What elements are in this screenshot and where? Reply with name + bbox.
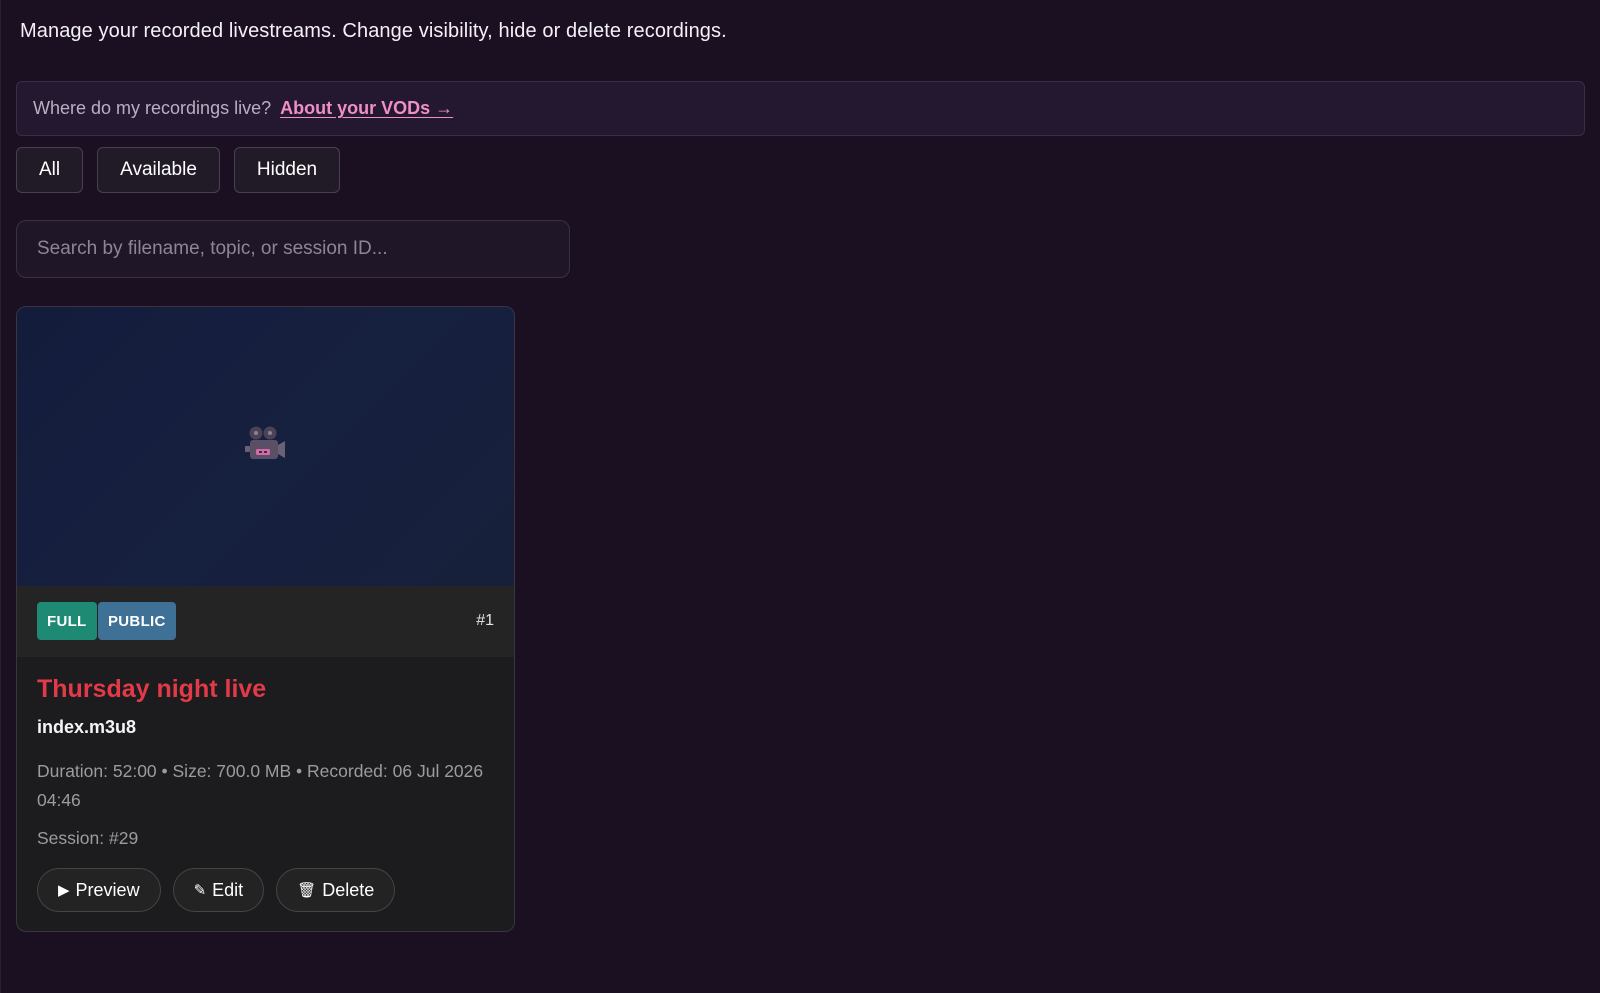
recording-card: FULL PUBLIC #1 Thursday night live index… (16, 306, 515, 932)
delete-button[interactable]: 🗑 Delete (276, 868, 396, 912)
preview-label: Preview (75, 879, 140, 900)
recording-filename: index.m3u8 (37, 717, 137, 737)
pencil-icon: ✎ (193, 882, 207, 899)
visibility-badge: PUBLIC (98, 602, 176, 640)
recording-actions: ▶ Preview ✎ Edit 🗑 Delete (37, 868, 396, 912)
about-vods-link[interactable]: About your VODs → (280, 98, 453, 119)
info-banner: Where do my recordings live? About your … (16, 81, 1585, 136)
recording-title: Thursday night live (37, 675, 267, 703)
recordings-page: Manage your recorded livestreams. Change… (0, 0, 1600, 993)
edit-button[interactable]: ✎ Edit (172, 868, 265, 912)
delete-label: Delete (322, 879, 375, 900)
filter-all-button[interactable]: All (16, 147, 84, 193)
preview-button[interactable]: ▶ Preview (37, 868, 161, 912)
full-badge: FULL (37, 602, 97, 640)
trash-icon: 🗑 (297, 882, 317, 899)
recording-session: Session: #29 (37, 828, 139, 848)
recording-number: #1 (476, 612, 494, 629)
recording-thumbnail[interactable] (17, 307, 514, 586)
badge-strip: FULL PUBLIC #1 (17, 586, 514, 657)
play-icon: ▶ (58, 882, 70, 899)
filter-bar: All Available Hidden (16, 147, 341, 193)
page-intro: Manage your recorded livestreams. Change… (20, 20, 727, 42)
filter-available-button[interactable]: Available (97, 147, 220, 193)
filter-hidden-button[interactable]: Hidden (233, 147, 341, 193)
search-input[interactable] (16, 220, 570, 278)
info-question: Where do my recordings live? (33, 98, 272, 118)
movie-camera-icon (244, 426, 285, 459)
recording-meta: Duration: 52:00 • Size: 700.0 MB • Recor… (37, 761, 484, 810)
edit-label: Edit (212, 879, 244, 900)
